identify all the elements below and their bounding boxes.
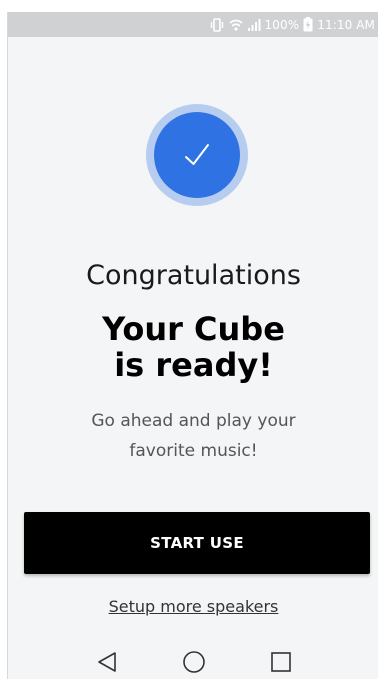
start-use-button[interactable]: START USE (24, 512, 370, 574)
status-bar: 100% 11:10 AM (8, 12, 378, 37)
subtitle-line-2: favorite music! (129, 441, 258, 461)
back-button[interactable] (92, 647, 122, 677)
signal-icon (247, 18, 261, 32)
headline: Your Cube is ready! (8, 311, 378, 383)
subtitle-line-1: Go ahead and play your (91, 411, 296, 431)
subtitle: Go ahead and play your favorite music! (48, 406, 339, 466)
headline-line-2: is ready! (114, 346, 273, 384)
checkmark-icon (185, 144, 209, 165)
setup-more-speakers-link[interactable]: Setup more speakers (8, 597, 378, 616)
clock: 11:10 AM (317, 17, 375, 32)
congrats-text: Congratulations (86, 260, 301, 291)
recents-icon (270, 651, 291, 672)
vibrate-icon (209, 17, 225, 32)
battery-percent: 100% (264, 17, 300, 32)
back-icon (97, 651, 116, 672)
success-circle (154, 112, 240, 198)
wifi-icon (229, 18, 243, 32)
home-button[interactable] (179, 647, 209, 677)
battery-charging-icon (303, 17, 313, 32)
app-screen: 100% 11:10 AM Congratulations Your Cube … (7, 12, 378, 679)
headline-line-1: Your Cube (102, 310, 285, 348)
success-badge (146, 104, 248, 206)
home-icon (182, 650, 205, 673)
navigation-bar (8, 644, 378, 679)
recents-button[interactable] (266, 647, 296, 677)
